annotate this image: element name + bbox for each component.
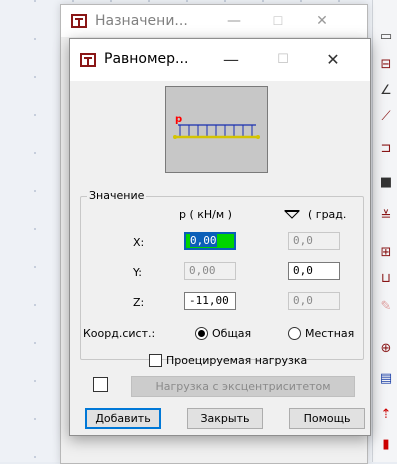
projected-load-label[interactable]: Проецируемая нагрузка	[166, 354, 307, 367]
toolbar-tool-icon[interactable]: ⊟	[378, 58, 394, 72]
angle-x-field[interactable]: 0,0	[288, 232, 340, 250]
toolbar-tool-icon[interactable]: ▤	[378, 372, 394, 386]
dialog-titlebar[interactable]: Равномер... — ☐ ✕	[70, 39, 370, 81]
toolbar-tool-icon[interactable]: ⟋	[378, 110, 394, 124]
load-symbol: p	[175, 114, 182, 125]
app-icon	[80, 53, 96, 67]
p-column-header: p ( кН/м )	[179, 208, 232, 221]
local-radio[interactable]	[288, 327, 301, 340]
dialog-title: Равномер...	[104, 51, 189, 67]
minimize-icon[interactable]: —	[219, 9, 249, 33]
eccentric-load-button[interactable]: Нагрузка с эксцентриситетом	[131, 376, 355, 397]
eccentric-checkbox[interactable]	[93, 377, 108, 392]
coord-system-label: Коорд.сист.:	[83, 327, 156, 340]
toolbar-tool-icon[interactable]: ⊐	[378, 142, 394, 156]
p-x-field[interactable]: 0,00	[184, 232, 236, 250]
axis-label-x: X:	[133, 236, 145, 249]
angle-z-field[interactable]: 0,0	[288, 292, 340, 310]
value-group: Значение p ( кН/м ) ( град. X: 0,00 0,0 …	[80, 189, 364, 360]
maximize-icon[interactable]: ☐	[263, 9, 293, 33]
toolbar-tool-icon[interactable]: ▭	[378, 30, 394, 44]
angle-column-header: ( град.	[308, 208, 347, 221]
angle-y-field[interactable]: 0,0	[288, 262, 340, 280]
add-button[interactable]: Добавить	[85, 408, 161, 429]
axis-label-y: Y:	[133, 266, 142, 279]
toolbar-tool-icon[interactable]: ⇡	[378, 408, 394, 422]
load-preview: p	[165, 86, 268, 173]
background-window-titlebar[interactable]: Назначени... — ☐ ✕	[61, 5, 367, 37]
close-icon[interactable]: ✕	[307, 9, 337, 33]
load-arrows	[179, 125, 253, 136]
toolbar-tool-icon[interactable]: ⊔	[378, 272, 394, 286]
general-radio-label[interactable]: Общая	[212, 327, 251, 340]
toolbar-tool-icon[interactable]: ▮	[378, 438, 394, 452]
close-icon[interactable]: ✕	[316, 47, 350, 73]
p-z-field[interactable]: -11,00	[184, 292, 236, 310]
close-button[interactable]: Закрыть	[187, 408, 263, 429]
help-button[interactable]: Помощь	[289, 408, 365, 429]
maximize-icon[interactable]: ☐	[266, 47, 300, 73]
p-y-field[interactable]: 0,00	[184, 262, 236, 280]
app-icon	[71, 14, 87, 28]
toolbar-tool-icon[interactable]: ⊞	[378, 246, 394, 260]
background-window-title: Назначени...	[95, 13, 188, 29]
toolbar-tool-icon[interactable]: ≚	[378, 210, 394, 224]
projected-load-checkbox[interactable]	[149, 354, 162, 367]
local-radio-label[interactable]: Местная	[305, 327, 354, 340]
axis-label-z: Z:	[133, 296, 145, 309]
beam-node	[173, 135, 177, 139]
load-dialog: Равномер... — ☐ ✕ p Значение p ( кН/м )	[69, 38, 371, 436]
minimize-icon[interactable]: —	[214, 47, 248, 73]
beam-node	[256, 135, 260, 139]
distributed-load-diagram: p	[173, 114, 260, 139]
right-toolbar: ▭ ⊟ ∠ ⟋ ⊐ ■ ≚ ⊞ ⊔ ✎ ⊕ ▤ ⇡ ▮	[372, 0, 397, 462]
general-radio[interactable]	[195, 327, 208, 340]
toolbar-tool-icon[interactable]: ∠	[378, 84, 394, 98]
toolbar-tool-icon[interactable]: ✎	[378, 300, 394, 314]
value-group-label: Значение	[87, 189, 147, 202]
toolbar-tool-icon[interactable]: ⊕	[378, 342, 394, 356]
angle-icon	[284, 210, 300, 219]
toolbar-tool-icon[interactable]: ■	[378, 176, 394, 190]
